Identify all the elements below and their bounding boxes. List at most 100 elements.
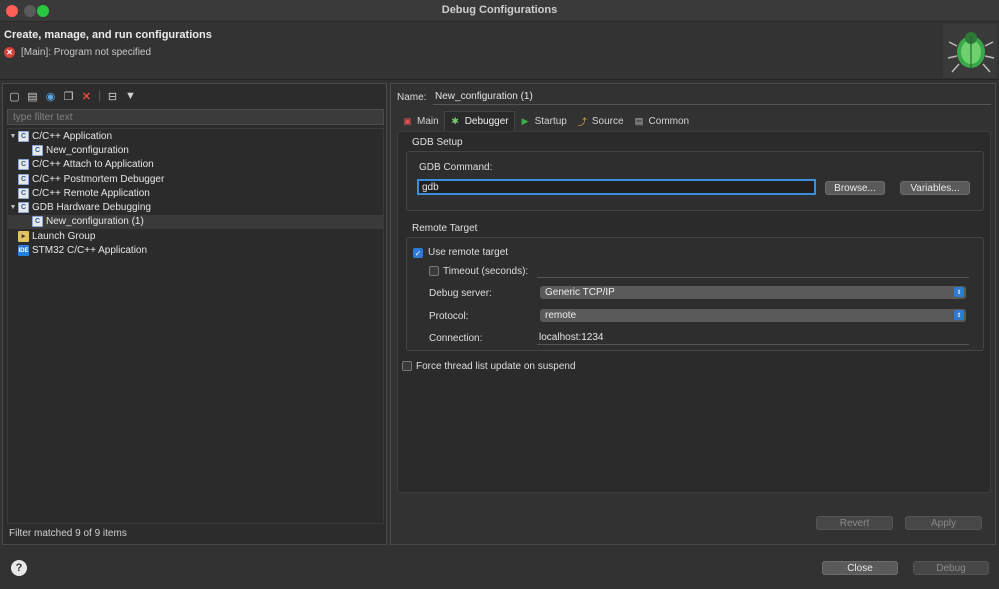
delete-icon[interactable]: ✕	[79, 89, 94, 104]
tree-item-label: C/C++ Remote Application	[32, 187, 150, 199]
error-text: [Main]: Program not specified	[21, 47, 152, 58]
timeout-input[interactable]	[537, 264, 969, 278]
protocol-select[interactable]: remote ⇕	[540, 309, 966, 322]
config-tabs: ▣ Main ✱ Debugger ▶ Startup ⤴ Source ▤ C…	[397, 111, 694, 131]
force-thread-update-label: Force thread list update on suspend	[416, 361, 576, 372]
header-title: Create, manage, and run configurations	[4, 29, 212, 41]
debugger-tab-icon: ✱	[451, 116, 459, 126]
chevron-down-icon[interactable]: ▼	[8, 133, 18, 140]
tab-label: Common	[648, 115, 690, 127]
debug-server-label: Debug server:	[429, 288, 492, 299]
launch-group-icon: ▸	[18, 230, 29, 242]
name-input[interactable]	[433, 89, 991, 105]
protocol-value: remote	[545, 310, 577, 321]
cpp-config-icon: C	[32, 216, 43, 228]
close-button[interactable]: Close	[822, 561, 898, 575]
configuration-list-panel: ▢ ▤ ◉ ❐ ✕ ⊟ ▼ ▼ C C/C++ Application C Ne…	[2, 83, 387, 545]
tab-label: Source	[591, 115, 624, 127]
tree-item-label: C/C++ Application	[32, 130, 113, 142]
chevron-up-down-icon: ⇕	[954, 287, 964, 297]
configuration-editor-panel: Name: ▣ Main ✱ Debugger ▶ Startup ⤴ Sour…	[390, 83, 996, 545]
new-config-icon[interactable]: ▢	[7, 89, 22, 104]
debug-bug-icon	[943, 24, 997, 78]
tab-main[interactable]: ▣ Main	[397, 111, 444, 131]
tree-item-new-configuration[interactable]: C New_configuration	[8, 143, 383, 157]
tab-label: Main	[417, 115, 439, 127]
window-title: Debug Configurations	[441, 4, 558, 16]
config-toolbar: ▢ ▤ ◉ ❐ ✕ ⊟ ▼	[7, 88, 138, 104]
tree-item-label: STM32 C/C++ Application	[32, 245, 148, 257]
debug-server-value: Generic TCP/IP	[545, 287, 615, 298]
tab-common[interactable]: ▤ Common	[629, 111, 695, 131]
configuration-tree: ▼ C C/C++ Application C New_configuratio…	[7, 128, 384, 524]
use-remote-target-label: Use remote target	[428, 247, 509, 258]
tree-item-new-configuration-1[interactable]: C New_configuration (1)	[8, 214, 383, 230]
tree-item-label: New_configuration (1)	[46, 216, 144, 228]
error-icon: ✕	[4, 47, 15, 58]
collapse-all-icon[interactable]: ⊟	[105, 89, 120, 104]
main-tab-icon: ▣	[403, 115, 412, 126]
timeout-label: Timeout (seconds):	[443, 266, 529, 277]
debug-server-select[interactable]: Generic TCP/IP ⇕	[540, 286, 966, 299]
export-icon[interactable]: ◉	[43, 89, 58, 104]
chevron-up-down-icon: ⇕	[954, 310, 964, 320]
cpp-config-icon: C	[18, 159, 29, 171]
cpp-config-icon: C	[18, 173, 29, 185]
tree-item-label: Launch Group	[32, 230, 96, 242]
debug-button[interactable]: Debug	[913, 561, 989, 575]
help-icon[interactable]: ?	[11, 560, 27, 576]
debugger-tab-content: GDB Setup GDB Command: Browse... Variabl…	[397, 131, 991, 493]
gdb-setup-label: GDB Setup	[412, 137, 463, 148]
tree-item-cpp-application[interactable]: ▼ C C/C++ Application	[8, 129, 383, 143]
protocol-label: Protocol:	[429, 311, 469, 322]
cpp-config-icon: C	[32, 144, 43, 156]
tab-debugger[interactable]: ✱ Debugger	[443, 111, 515, 131]
tree-item-label: C/C++ Postmortem Debugger	[32, 173, 165, 185]
dialog-header: Create, manage, and run configurations ✕…	[0, 22, 999, 80]
filter-input[interactable]	[7, 109, 384, 125]
filter-icon[interactable]: ▼	[123, 89, 138, 104]
tree-item-launch-group[interactable]: ▸ Launch Group	[8, 229, 383, 243]
tree-item-label: GDB Hardware Debugging	[32, 202, 151, 214]
tab-label: Startup	[534, 115, 567, 127]
common-tab-icon: ▤	[634, 115, 644, 126]
title-bar: Debug Configurations	[0, 0, 999, 22]
remote-target-label: Remote Target	[412, 223, 478, 234]
tab-label: Debugger	[464, 116, 509, 127]
revert-button[interactable]: Revert	[816, 516, 893, 530]
toolbar-separator	[99, 90, 100, 102]
use-remote-target-checkbox[interactable]: ✓	[413, 248, 423, 258]
error-message: ✕ [Main]: Program not specified	[4, 47, 151, 58]
apply-button[interactable]: Apply	[905, 516, 982, 530]
tree-item-stm32[interactable]: IDE STM32 C/C++ Application	[8, 243, 383, 257]
duplicate-icon[interactable]: ▤	[25, 89, 40, 104]
tree-item-label: New_configuration	[46, 144, 129, 156]
variables-button[interactable]: Variables...	[900, 181, 970, 195]
tree-item-cpp-postmortem[interactable]: C C/C++ Postmortem Debugger	[8, 172, 383, 186]
browse-button[interactable]: Browse...	[825, 181, 885, 195]
ide-icon: IDE	[18, 245, 29, 257]
startup-tab-icon: ▶	[521, 115, 529, 126]
gdb-command-label: GDB Command:	[419, 162, 493, 173]
remote-target-group: ✓ Use remote target Timeout (seconds): D…	[406, 237, 984, 351]
timeout-checkbox[interactable]	[429, 266, 439, 276]
tree-item-cpp-attach[interactable]: C C/C++ Attach to Application	[8, 158, 383, 172]
tab-source[interactable]: ⤴ Source	[572, 111, 629, 131]
tree-item-label: C/C++ Attach to Application	[32, 159, 154, 171]
connection-input[interactable]: localhost:1234	[537, 331, 969, 345]
copy-icon[interactable]: ❐	[61, 89, 76, 104]
gdb-command-input[interactable]	[417, 179, 816, 195]
filter-status: Filter matched 9 of 9 items	[9, 528, 127, 539]
cpp-config-icon: C	[18, 130, 29, 142]
tree-item-cpp-remote[interactable]: C C/C++ Remote Application	[8, 186, 383, 200]
tree-item-gdb-hardware[interactable]: ▼ C GDB Hardware Debugging	[8, 200, 383, 214]
cpp-config-icon: C	[18, 202, 29, 214]
gdb-setup-group: GDB Command: Browse... Variables...	[406, 151, 984, 211]
name-label: Name:	[397, 92, 427, 103]
cpp-config-icon: C	[18, 187, 29, 199]
source-tab-icon: ⤴	[577, 116, 587, 127]
tab-startup[interactable]: ▶ Startup	[515, 111, 572, 131]
force-thread-update-checkbox[interactable]	[402, 361, 412, 371]
connection-label: Connection:	[429, 333, 483, 344]
chevron-down-icon[interactable]: ▼	[8, 204, 18, 211]
